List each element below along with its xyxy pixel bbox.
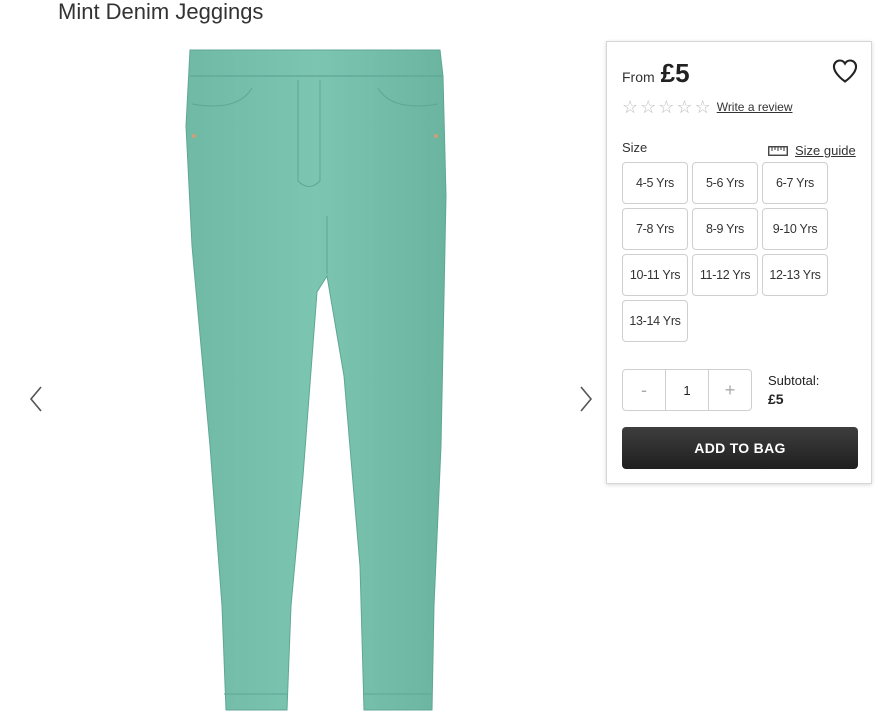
subtotal-value: £5: [768, 391, 784, 407]
size-guide-label: Size guide: [795, 143, 856, 158]
subtotal: Subtotal: £5: [768, 372, 819, 408]
star-outline-icon: ☆: [640, 97, 657, 117]
size-option[interactable]: 4-5 Yrs: [622, 162, 688, 204]
size-option[interactable]: 6-7 Yrs: [762, 162, 828, 204]
size-option[interactable]: 13-14 Yrs: [622, 300, 688, 342]
product-image: [185, 49, 447, 711]
wishlist-button[interactable]: [831, 57, 859, 85]
size-option[interactable]: 9-10 Yrs: [762, 208, 828, 250]
add-to-bag-button[interactable]: ADD TO BAG: [622, 427, 858, 469]
gallery-prev-button[interactable]: [24, 383, 48, 415]
size-option[interactable]: 7-8 Yrs: [622, 208, 688, 250]
star-outline-icon: ☆: [658, 97, 675, 117]
price: £5: [660, 58, 690, 88]
star-outline-icon: ☆: [676, 97, 693, 117]
quantity-value[interactable]: 1: [665, 370, 709, 410]
buy-box: From £5 ☆ ☆ ☆ ☆ ☆ Write a review Size Si…: [606, 41, 872, 484]
chevron-right-icon: [580, 386, 593, 412]
heart-outline-icon: [832, 59, 858, 83]
price-row: From £5: [622, 58, 690, 89]
star-outline-icon: ☆: [694, 97, 711, 117]
subtotal-label: Subtotal:: [768, 373, 820, 388]
star-rating: ☆ ☆ ☆ ☆ ☆: [622, 98, 711, 116]
quantity-decrease-button[interactable]: -: [623, 370, 665, 410]
size-option[interactable]: 5-6 Yrs: [692, 162, 758, 204]
chevron-left-icon: [29, 386, 42, 412]
size-option[interactable]: 8-9 Yrs: [692, 208, 758, 250]
write-review-link[interactable]: Write a review: [717, 100, 793, 114]
product-title: Mint Denim Jeggings: [58, 0, 264, 24]
size-option[interactable]: 11-12 Yrs: [692, 254, 758, 296]
size-options: 4-5 Yrs 5-6 Yrs 6-7 Yrs 7-8 Yrs 8-9 Yrs …: [622, 162, 832, 342]
star-outline-icon: ☆: [622, 97, 639, 117]
quantity-increase-button[interactable]: +: [709, 370, 751, 410]
from-label: From: [622, 69, 655, 85]
product-gallery: [0, 30, 600, 726]
size-option[interactable]: 12-13 Yrs: [762, 254, 828, 296]
quantity-stepper: - 1 +: [622, 369, 752, 411]
ruler-icon: [768, 145, 788, 156]
size-option[interactable]: 10-11 Yrs: [622, 254, 688, 296]
gallery-next-button[interactable]: [574, 383, 598, 415]
rating-row: ☆ ☆ ☆ ☆ ☆ Write a review: [622, 98, 793, 116]
size-guide-link[interactable]: Size guide: [768, 143, 856, 158]
size-label: Size: [622, 140, 648, 155]
